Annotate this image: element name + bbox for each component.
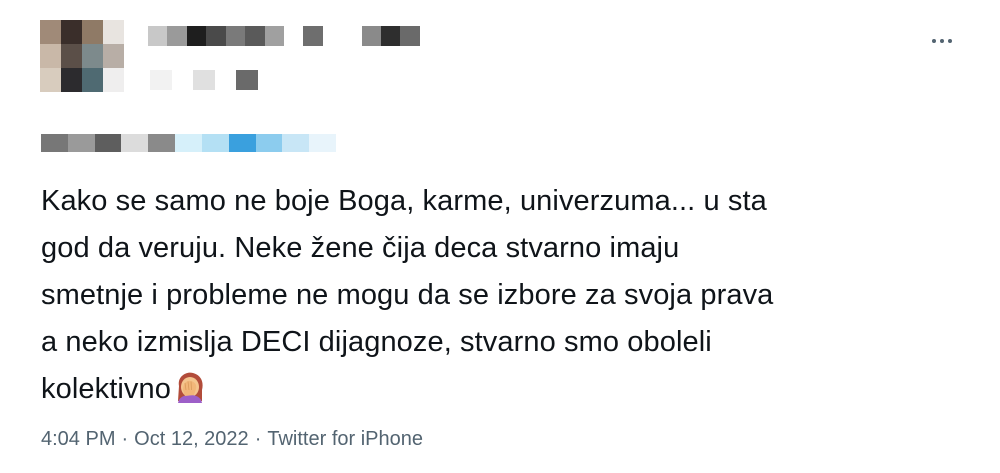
censor-pixel <box>236 70 258 90</box>
replying-to-mention[interactable] <box>41 134 336 152</box>
censor-pixel <box>167 26 187 46</box>
meta-separator: · <box>254 428 262 450</box>
censor-pixel <box>193 70 215 90</box>
censor-pixel <box>214 70 237 90</box>
avatar[interactable] <box>40 20 124 92</box>
censor-pixel <box>67 134 95 152</box>
more-horizontal-icon <box>932 39 952 43</box>
avatar-pixel <box>82 68 103 92</box>
censor-pixel <box>400 26 420 46</box>
censor-pixel <box>121 134 149 152</box>
avatar-pixel <box>103 68 124 92</box>
censor-pixel <box>381 26 401 46</box>
avatar-pixel <box>61 20 82 44</box>
avatar-pixel <box>103 44 124 68</box>
censor-pixel <box>148 26 168 46</box>
censor-pixel <box>201 134 229 152</box>
censor-pixel <box>322 26 343 46</box>
censor-pixel <box>150 70 172 90</box>
censor-pixel <box>225 26 246 46</box>
censor-pixel <box>303 26 323 46</box>
tweet-date[interactable]: Oct 12, 2022 <box>134 428 249 450</box>
censor-pixel <box>171 70 194 90</box>
avatar-pixel <box>40 68 61 92</box>
censor-pixel <box>255 134 283 152</box>
display-name[interactable] <box>148 26 420 46</box>
avatar-pixel <box>82 44 103 68</box>
avatar-pixel <box>103 20 124 44</box>
tweet-text-line: god da veruju. Neke žene čija deca stvar… <box>41 232 680 264</box>
censor-pixel <box>228 134 256 152</box>
censor-pixel <box>264 26 284 46</box>
meta-separator: · <box>121 428 129 450</box>
censor-pixel <box>41 134 68 152</box>
avatar-pixel <box>61 44 82 68</box>
tweet-source-link[interactable]: Twitter for iPhone <box>267 428 423 450</box>
censor-pixel <box>282 134 310 152</box>
tweet-time[interactable]: 4:04 PM <box>41 428 115 450</box>
censor-pixel <box>186 26 207 46</box>
censor-pixel <box>342 26 362 46</box>
avatar-pixel <box>40 44 61 68</box>
censor-pixel <box>206 26 226 46</box>
tweet-text: Kako se samo ne boje Boga, karme, univer… <box>41 178 971 413</box>
censor-pixel <box>148 134 176 152</box>
tweet-card: Kako se samo ne boje Boga, karme, univer… <box>0 0 1000 473</box>
censor-pixel <box>175 134 202 152</box>
tweet-text-line-last: kolektivno <box>41 366 971 413</box>
user-handle[interactable] <box>150 70 258 90</box>
tweet-text-line: smetnje i probleme ne mogu da se izbore … <box>41 279 774 311</box>
woman-facepalming-emoji <box>173 370 207 404</box>
avatar-pixel <box>61 68 82 92</box>
avatar-pixel <box>82 20 103 44</box>
censor-pixel <box>245 26 265 46</box>
tweet-text-fragment: kolektivno <box>41 373 171 405</box>
censor-pixel <box>361 26 382 46</box>
more-options-button[interactable] <box>924 26 960 56</box>
censor-pixel <box>94 134 122 152</box>
avatar-pixel <box>40 20 61 44</box>
censor-pixel <box>309 134 336 152</box>
censor-pixel <box>283 26 304 46</box>
tweet-text-line: a neko izmislja DECI dijagnoze, stvarno … <box>41 326 712 358</box>
tweet-text-line: Kako se samo ne boje Boga, karme, univer… <box>41 185 767 217</box>
tweet-meta: 4:04 PM · Oct 12, 2022 · Twitter for iPhone <box>41 428 423 451</box>
